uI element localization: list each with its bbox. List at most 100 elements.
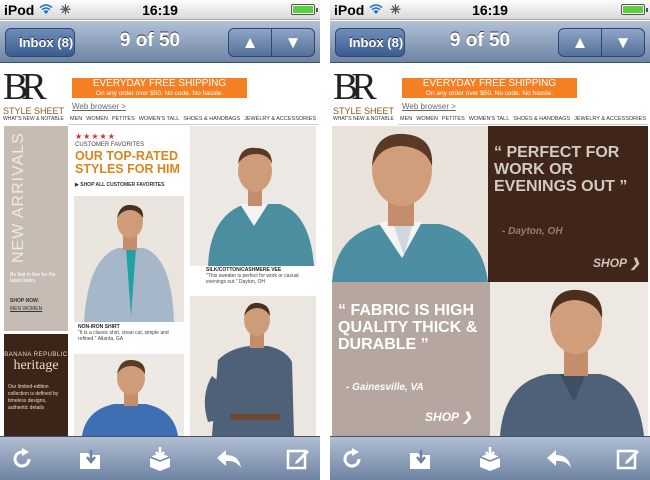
category-womens-tall[interactable]: WOMEN'S TALL [469,116,510,122]
heritage-text: Our limited-edition collection is define… [8,384,59,411]
web-browser-link[interactable]: Web browser > [72,102,126,111]
category-petites[interactable]: PETITES [112,116,135,122]
brand-logo[interactable]: BR STYLE SHEET WHAT'S NEW & NOTABLE [3,66,69,122]
phone-screen-left: iPod ✳ 16:19 Inbox (8) 9 of 50 ▲ ▼ BR ST… [0,0,320,480]
mail-toolbar [330,436,650,480]
review-quote-card-2[interactable]: “ FABRIC IS HIGH QUALITY THICK & DURABLE… [332,282,490,436]
status-bar: iPod ✳ 16:19 [330,0,650,20]
message-nav-segmented: ▲ ▼ [228,28,315,57]
category-jewelry-accessories[interactable]: JEWELRY & ACCESSORIES [244,116,316,122]
shop-now-label: SHOP NOW: [10,298,40,304]
archive-box-icon [479,446,501,471]
arrow-up-icon: ▲ [241,32,259,52]
review-attribution-2: - Gainesville, VA [346,382,424,393]
clock: 16:19 [142,2,178,18]
man-denim-image [190,296,316,436]
caption-shirt: NON-IRON SHIRT "It is a classic shirt, c… [78,324,182,342]
heritage-panel[interactable]: BANANA REPUBLIC heritage Our limited-edi… [4,334,68,436]
archive-button[interactable] [476,445,504,473]
message-counter: 9 of 50 [119,30,181,51]
battery-icon [291,4,318,15]
phone-screen-right: iPod ✳ 16:19 Inbox (8) 9 of 50 ▲ ▼ BR ST… [330,0,650,480]
new-arrivals-panel[interactable]: NEW ARRIVALS Be first in line for the la… [4,126,68,331]
man-denim-closeup-image [490,282,648,436]
compose-button[interactable] [614,445,642,473]
customer-favorites-label: CUSTOMER FAVORITES [75,142,145,148]
reply-button[interactable] [215,445,243,473]
arrow-down-icon: ▼ [614,32,632,52]
category-nav: MEN WOMEN PETITES WOMEN'S TALL SHOES & H… [68,116,318,125]
refresh-button[interactable] [8,445,36,473]
product-photo-sweater[interactable] [190,126,316,266]
new-arrivals-text: Be first in line for the latest looks. [10,272,56,284]
review-attribution-1: - Dayton, OH [502,226,563,237]
compose-button[interactable] [284,445,312,473]
previous-message-button[interactable]: ▲ [559,29,602,56]
mail-toolbar [0,436,320,480]
heritage-title: heritage [13,358,59,373]
previous-message-button[interactable]: ▲ [229,29,272,56]
shop-button-2[interactable]: SHOP ❯ [425,410,472,424]
refresh-icon [343,447,361,467]
arrow-up-icon: ▲ [571,32,589,52]
move-to-folder-button[interactable] [407,445,435,473]
web-browser-link[interactable]: Web browser > [402,102,456,111]
product-photo-denim[interactable] [190,296,316,436]
new-arrivals-title: NEW ARRIVALS [10,132,27,263]
category-men[interactable]: MEN [70,116,82,122]
review-quote-2: “ FABRIC IS HIGH QUALITY THICK & DURABLE… [338,302,478,353]
caption-sweater: SILK/COTTON/CASHMERE VEE "This sweater i… [206,267,314,285]
nav-bar: Inbox (8) 9 of 50 ▲ ▼ [0,21,320,63]
free-shipping-banner[interactable]: EVERYDAY FREE SHIPPING On any order over… [402,78,577,98]
refresh-icon [13,447,31,467]
reply-arrow-icon [217,449,241,468]
category-womens-tall[interactable]: WOMEN'S TALL [139,116,180,122]
top-rated-headline: OUR TOP-RATED STYLES FOR HIM [75,149,180,176]
reply-arrow-icon [547,449,571,468]
product-photo-shirt[interactable] [74,196,184,322]
folder-move-icon [410,449,430,469]
brand-initials: BR [3,66,47,108]
brand-logo[interactable]: BR STYLE SHEET WHAT'S NEW & NOTABLE [333,68,399,122]
man-sweater-closeup-image [332,126,488,282]
shop-now-links[interactable]: MEN WOMEN [10,306,42,312]
brand-tagline: WHAT'S NEW & NOTABLE [3,116,64,122]
review-photo-denim[interactable] [490,282,648,436]
product-photo-tee[interactable] [74,354,184,436]
clock: 16:19 [472,2,508,18]
battery-icon [621,4,648,15]
inbox-back-button[interactable]: Inbox (8) [335,28,405,57]
shop-all-link[interactable]: ▶ SHOP ALL CUSTOMER FAVORITES [75,182,164,188]
message-nav-segmented: ▲ ▼ [558,28,645,57]
compose-icon [286,449,309,469]
review-quote-card-1[interactable]: “ PERFECT FOR WORK OR EVENINGS OUT ” - D… [488,126,648,282]
category-women[interactable]: WOMEN [86,116,108,122]
inbox-back-button[interactable]: Inbox (8) [5,28,75,57]
free-shipping-banner[interactable]: EVERYDAY FREE SHIPPING On any order over… [72,78,247,98]
email-body[interactable]: BR STYLE SHEET WHAT'S NEW & NOTABLE EVER… [0,64,320,436]
category-shoes-handbags[interactable]: SHOES & HANDBAGS [183,116,240,122]
category-petites[interactable]: PETITES [442,116,465,122]
man-tee-image [74,354,184,436]
archive-button[interactable] [146,445,174,473]
next-message-button[interactable]: ▼ [602,29,644,56]
move-to-folder-button[interactable] [77,445,105,473]
category-shoes-handbags[interactable]: SHOES & HANDBAGS [513,116,570,122]
category-nav: MEN WOMEN PETITES WOMEN'S TALL SHOES & H… [398,116,648,125]
caption-sweater-text: "This sweater is perfect for work or cas… [206,273,299,285]
man-sweater-image [190,126,316,266]
email-body[interactable]: BR STYLE SHEET WHAT'S NEW & NOTABLE EVER… [330,64,650,436]
category-jewelry-accessories[interactable]: JEWELRY & ACCESSORIES [574,116,646,122]
next-message-button[interactable]: ▼ [272,29,314,56]
archive-box-icon [149,446,171,471]
shipping-headline: EVERYDAY FREE SHIPPING [422,78,557,89]
refresh-button[interactable] [338,445,366,473]
review-photo-sweater[interactable] [332,126,488,282]
reply-button[interactable] [545,445,573,473]
man-shirt-tie-image [74,196,184,322]
category-men[interactable]: MEN [400,116,412,122]
status-bar: iPod ✳ 16:19 [0,0,320,20]
shop-button-1[interactable]: SHOP ❯ [593,256,640,270]
shipping-headline: EVERYDAY FREE SHIPPING [92,78,227,89]
category-women[interactable]: WOMEN [416,116,438,122]
